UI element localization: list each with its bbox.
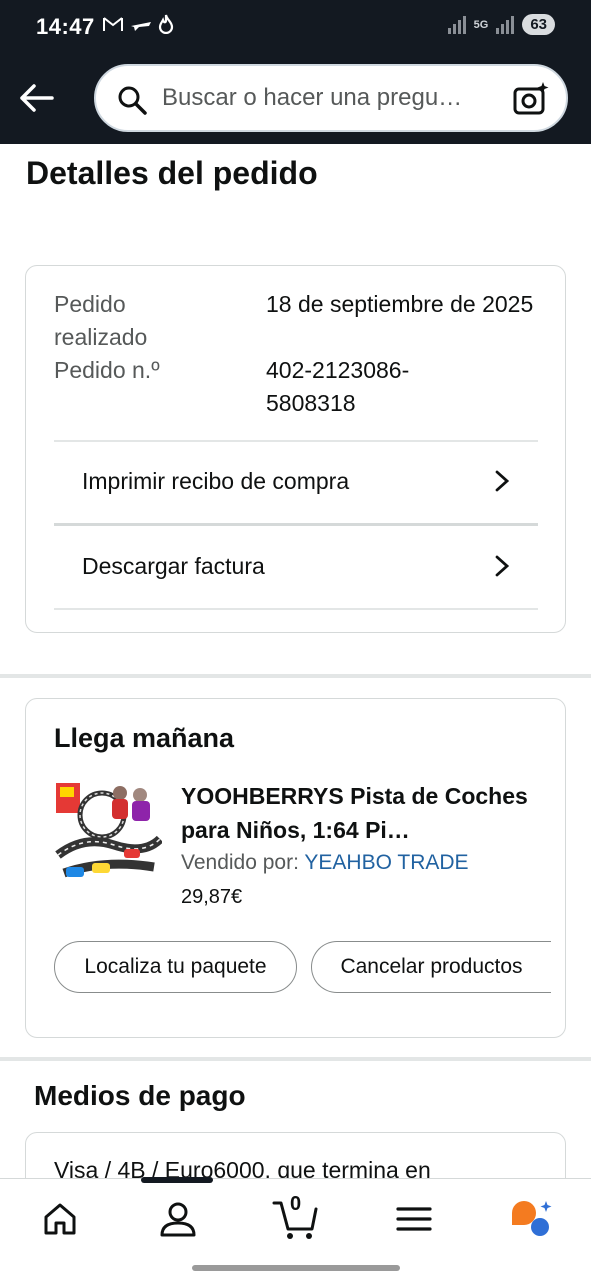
nav-menu[interactable]: [392, 1197, 436, 1241]
home-icon: [44, 1203, 76, 1235]
airplane-icon: [131, 22, 151, 31]
search-icon: [118, 86, 147, 115]
delivery-status: Llega mañana: [54, 723, 235, 753]
chevron-right-icon: [495, 470, 510, 492]
gmail-icon: [103, 17, 123, 31]
divider: [54, 608, 538, 610]
camera-icon[interactable]: [512, 80, 550, 118]
bottom-nav: 0: [0, 1177, 591, 1281]
download-invoice-link[interactable]: Descargar factura: [54, 525, 538, 607]
product-title[interactable]: YOOHBERRYS Pista de Coches para Niños, 1…: [181, 779, 541, 847]
search-input[interactable]: Buscar o hacer una pregu…: [162, 84, 502, 112]
shipment-card: Llega mañana YOOHBERRYS Pista de Coches …: [25, 698, 566, 1038]
home-indicator: [192, 1265, 400, 1271]
nav-home[interactable]: [38, 1197, 82, 1241]
back-button[interactable]: [16, 76, 60, 120]
order-number-label: Pedido n.º: [54, 357, 160, 383]
product-image[interactable]: [54, 779, 162, 891]
section-separator: [0, 674, 591, 678]
account-icon: [160, 1202, 196, 1237]
order-date-label: Pedido realizado: [54, 291, 148, 350]
search-bar[interactable]: Buscar o hacer una pregu…: [94, 64, 568, 132]
status-right: 5G 63: [447, 14, 555, 35]
sheet-handle: [141, 1177, 213, 1183]
network-type: 5G: [473, 18, 489, 31]
seller-label: Vendido por:: [181, 851, 299, 874]
rufus-icon: [512, 1201, 552, 1236]
order-info-card: Pedido realizado 18 de septiembre de 202…: [25, 265, 566, 633]
seller-info: Vendido por: YEAHBO TRADE: [181, 851, 469, 875]
nav-account[interactable]: [156, 1197, 200, 1241]
cart-count: 0: [290, 1193, 302, 1215]
print-receipt-link[interactable]: Imprimir recibo de compra: [54, 440, 538, 522]
status-time: 14:47: [36, 14, 95, 39]
signal-icon: [447, 15, 466, 34]
nav-cart[interactable]: 0: [272, 1193, 320, 1241]
product-price: 29,87€: [181, 886, 243, 908]
download-invoice-label: Descargar factura: [82, 552, 265, 579]
app-header: Buscar o hacer una pregu…: [0, 56, 591, 144]
page-title: Detalles del pedido: [26, 155, 318, 191]
track-package-button[interactable]: Localiza tu paquete: [54, 941, 297, 993]
seller-link[interactable]: YEAHBO TRADE: [304, 851, 468, 874]
order-number-value: 402-2123086-5808318: [266, 357, 410, 416]
chevron-right-icon: [495, 555, 510, 577]
nav-rufus[interactable]: [508, 1197, 552, 1241]
back-arrow-icon: [20, 84, 54, 112]
signal-icon-2: [496, 15, 515, 34]
battery-level: 63: [522, 14, 555, 35]
order-date-value: 18 de septiembre de 2025: [266, 291, 534, 317]
cancel-items-button[interactable]: Cancelar productos: [311, 941, 551, 993]
section-separator: [0, 1057, 591, 1061]
payment-section-title: Medios de pago: [34, 1080, 246, 1111]
fire-icon: [158, 14, 174, 34]
notification-icons: [102, 14, 174, 34]
status-bar: 14:47 5G 63: [0, 0, 591, 56]
menu-icon: [396, 1207, 432, 1231]
print-receipt-label: Imprimir recibo de compra: [82, 467, 350, 494]
